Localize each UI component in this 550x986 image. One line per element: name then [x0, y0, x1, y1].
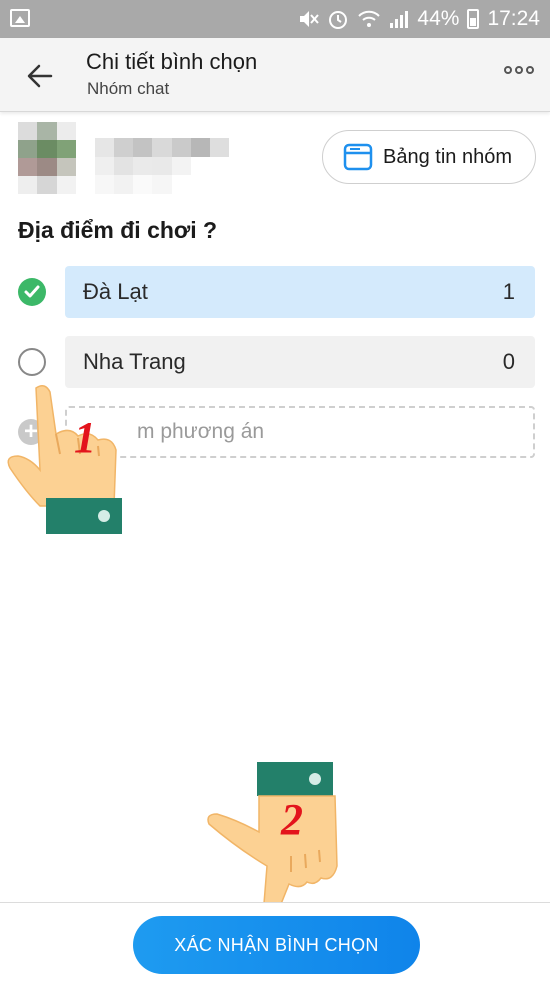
group-board-label: Bảng tin nhóm: [383, 145, 512, 168]
mute-icon: [300, 11, 320, 27]
poll-question: Địa điểm đi chơi ?: [18, 217, 218, 243]
more-dot-icon: [504, 66, 512, 74]
step-number-2: 2: [281, 795, 303, 844]
arrow-left-icon: [27, 64, 53, 88]
poll-option-label: Đà Lạt: [83, 279, 148, 304]
group-board-button[interactable]: Bảng tin nhóm: [322, 130, 536, 184]
alarm-icon: [329, 11, 348, 29]
group-avatar-blurred: [18, 122, 76, 194]
footer-bar: XÁC NHẬN BÌNH CHỌN: [0, 902, 550, 986]
poll-option-label: Nha Trang: [83, 349, 186, 374]
poll-option-box[interactable]: Đà Lạt 1: [65, 266, 535, 318]
group-name-blurred: [95, 138, 229, 194]
battery-icon: [467, 9, 480, 29]
confirm-vote-button[interactable]: XÁC NHẬN BÌNH CHỌN: [133, 916, 420, 974]
back-button[interactable]: [20, 56, 60, 96]
board-icon: [343, 143, 373, 171]
check-circle-icon[interactable]: [18, 278, 46, 306]
signal-icon: [390, 11, 409, 28]
poll-option[interactable]: Đà Lạt 1: [0, 266, 550, 318]
wifi-icon: [358, 10, 381, 27]
poll-option-votes: 0: [502, 349, 515, 374]
more-dot-icon: [515, 66, 523, 74]
more-options-button[interactable]: [504, 66, 534, 74]
battery-percent: 44%: [417, 7, 460, 30]
status-icons: 44% 17:24: [297, 6, 540, 32]
hand-1-illustration: [7, 385, 122, 534]
radio-circle-icon[interactable]: [18, 348, 46, 376]
poll-option-box[interactable]: Nha Trang 0: [65, 336, 535, 388]
image-icon: [10, 9, 30, 27]
step-number-1: 1: [74, 413, 96, 462]
add-option-input[interactable]: m phương án: [65, 406, 535, 458]
poll-option-votes: 1: [502, 279, 515, 304]
page-title: Chi tiết bình chọn: [86, 49, 258, 74]
pointing-hand-icon: 2: [205, 762, 345, 921]
page-subtitle: Nhóm chat: [87, 79, 170, 98]
pointing-hand-icon: 1: [0, 380, 130, 540]
status-bar: 44% 17:24: [0, 0, 550, 38]
checkmark-icon: [24, 285, 40, 298]
app-header: Chi tiết bình chọn Nhóm chat: [0, 38, 550, 112]
clock: 17:24: [487, 7, 540, 30]
hand-2-illustration: [207, 762, 338, 921]
more-dot-icon: [526, 66, 534, 74]
